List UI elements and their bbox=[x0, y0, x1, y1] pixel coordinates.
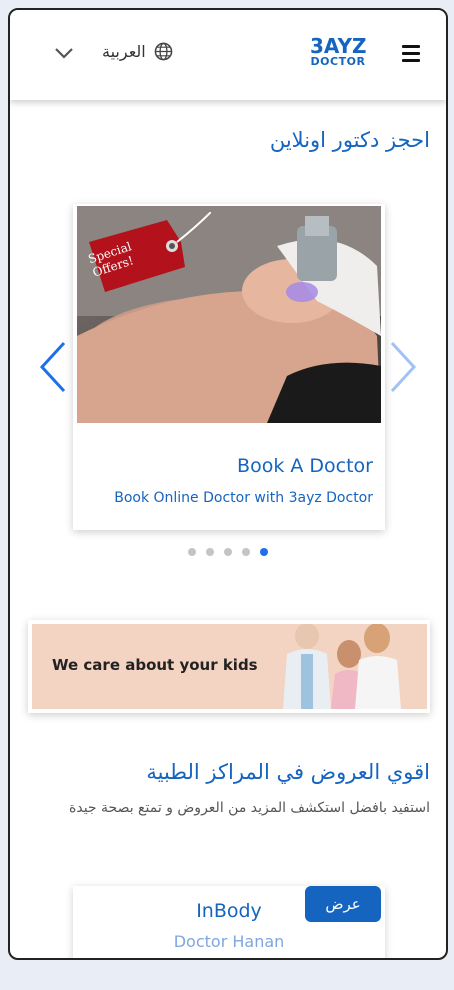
chevron-down-icon[interactable] bbox=[53, 46, 75, 60]
banner-image: We care about your kids bbox=[32, 624, 427, 709]
carousel-dot[interactable] bbox=[206, 548, 214, 556]
offer-photo: Special Offers! bbox=[77, 206, 381, 423]
logo[interactable]: 3AYZ DOCTOR bbox=[310, 36, 366, 67]
carousel-dot-active[interactable] bbox=[260, 548, 268, 556]
phone-screen: العربية 3AYZ DOCTOR احجز دكتور اونلاين S… bbox=[8, 8, 448, 960]
carousel-dot[interactable] bbox=[242, 548, 250, 556]
chevron-right-icon[interactable] bbox=[388, 340, 418, 394]
carousel-dot[interactable] bbox=[224, 548, 232, 556]
carousel-dots bbox=[188, 548, 268, 556]
carousel-dot[interactable] bbox=[188, 548, 196, 556]
top-header: العربية 3AYZ DOCTOR bbox=[10, 10, 446, 100]
kids-banner[interactable]: We care about your kids bbox=[28, 620, 430, 713]
chevron-left-icon[interactable] bbox=[38, 340, 68, 394]
card-title: Book A Doctor bbox=[237, 455, 373, 477]
logo-line2: DOCTOR bbox=[310, 55, 366, 68]
section-subtitle-offers: استفيد بافضل استكشف المزيد من العروض و ت… bbox=[69, 800, 430, 816]
globe-icon bbox=[154, 42, 173, 61]
card-subtitle: Book Online Doctor with 3ayz Doctor bbox=[114, 490, 373, 506]
logo-line1: 3AYZ bbox=[310, 34, 367, 58]
offer-card-title: InBody bbox=[196, 900, 262, 922]
rating-dashes bbox=[103, 958, 355, 960]
section-title-book-online: احجز دكتور اونلاين bbox=[269, 128, 430, 152]
language-selector[interactable]: العربية bbox=[102, 42, 173, 61]
section-title-offers: اقوي العروض في المراكز الطبية bbox=[146, 760, 430, 784]
carousel-card[interactable]: Special Offers! Book A Doctor Book Onlin… bbox=[73, 204, 385, 530]
menu-icon[interactable] bbox=[402, 45, 420, 62]
offer-card[interactable]: عرض InBody Doctor Hanan bbox=[73, 886, 385, 960]
offer-card-doctor: Doctor Hanan bbox=[173, 932, 285, 951]
language-label: العربية bbox=[102, 42, 146, 61]
banner-text: We care about your kids bbox=[52, 656, 258, 674]
